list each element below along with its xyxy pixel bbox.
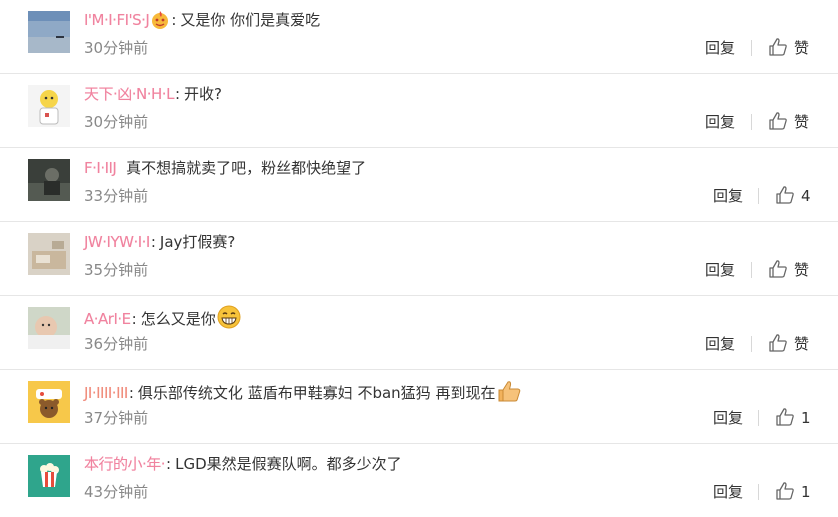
like-button[interactable]: 赞 <box>768 332 809 356</box>
comment-line: 本行的小·年·: LGD果然是假赛队啊。都多少次了 <box>84 453 402 475</box>
colon: : <box>150 233 156 251</box>
avatar-image-seascape <box>28 11 70 53</box>
username-link[interactable]: A·ArI·E <box>84 308 131 330</box>
username-link[interactable]: F·I·IIJ <box>84 157 117 179</box>
divider <box>758 410 759 426</box>
comment-line: A·ArI·E: 怎么又是你 <box>84 305 241 330</box>
avatar[interactable] <box>28 307 70 349</box>
reply-button[interactable]: 回复 <box>713 482 743 502</box>
avatar[interactable] <box>28 455 70 497</box>
comment-text: 俱乐部传统文化 蓝盾布甲鞋寡妇 不ban猛犸 再到现在 <box>137 384 496 402</box>
avatar[interactable] <box>28 85 70 127</box>
comment-text: 开收? <box>184 85 222 103</box>
like-label: 赞 <box>794 261 810 279</box>
like-button[interactable]: 赞 <box>768 36 809 60</box>
comment-time: 37分钟前 <box>84 409 149 427</box>
fire-emoji-icon <box>150 10 170 36</box>
like-label: 赞 <box>794 335 810 353</box>
colon: : <box>131 310 137 328</box>
comment-time: 30分钟前 <box>84 113 149 131</box>
comment-text: LGD果然是假赛队啊。都多少次了 <box>175 455 402 473</box>
comment-line: 天下·凶·N·H·L: 开收? <box>84 83 222 105</box>
username-link[interactable]: 天下·凶·N·H·L <box>84 83 174 105</box>
divider <box>751 114 752 130</box>
like-button[interactable]: 1 <box>775 406 811 430</box>
comment-item: 本行的小·年·: LGD果然是假赛队啊。都多少次了 43分钟前 回复 1 <box>0 444 838 517</box>
thumbs-up-icon <box>769 260 787 278</box>
reply-button[interactable]: 回复 <box>705 112 735 132</box>
comment-time: 30分钟前 <box>84 39 149 57</box>
comment-time: 35分钟前 <box>84 261 149 279</box>
comment-time: 36分钟前 <box>84 335 149 353</box>
thumbs-up-icon <box>776 482 794 500</box>
divider <box>758 484 759 500</box>
comment-time: 33分钟前 <box>84 187 149 205</box>
like-count: 1 <box>801 483 811 501</box>
avatar[interactable] <box>28 233 70 275</box>
divider <box>758 188 759 204</box>
avatar-image-bear-sticker <box>28 381 70 423</box>
avatar[interactable] <box>28 381 70 423</box>
comment-line: I'M·I·FI'S·J: 又是你 你们是真爱吃 <box>84 9 320 31</box>
thumbs-up-emoji-icon <box>496 379 522 409</box>
like-label: 赞 <box>794 39 810 57</box>
avatar-image-popcorn <box>28 455 70 497</box>
comment-text: 真不想搞就卖了吧，粉丝都快绝望了 <box>126 159 367 177</box>
comment-item: A·ArI·E: 怎么又是你 36分钟前 回复 赞 <box>0 296 838 370</box>
colon: : <box>171 11 177 29</box>
like-button[interactable]: 1 <box>775 480 811 504</box>
comment-text: 又是你 你们是真爱吃 <box>180 11 321 29</box>
thumbs-up-icon <box>769 38 787 56</box>
colon: : <box>166 455 172 473</box>
username-link[interactable]: 本行的小·年· <box>84 453 166 475</box>
divider <box>751 40 752 56</box>
like-count: 1 <box>801 409 811 427</box>
like-button[interactable]: 4 <box>775 184 811 208</box>
colon <box>117 159 122 177</box>
comment-item: F·I·IIJ 真不想搞就卖了吧，粉丝都快绝望了 33分钟前 回复 4 <box>0 148 838 222</box>
colon: : <box>128 384 134 402</box>
comment-line: F·I·IIJ 真不想搞就卖了吧，粉丝都快绝望了 <box>84 157 366 179</box>
divider <box>751 336 752 352</box>
thumbs-up-icon <box>769 112 787 130</box>
like-button[interactable]: 赞 <box>768 110 809 134</box>
comment-text: Jay打假赛? <box>159 233 236 251</box>
thumbs-up-icon <box>769 334 787 352</box>
comment-time: 43分钟前 <box>84 483 149 501</box>
reply-button[interactable]: 回复 <box>705 334 735 354</box>
like-button[interactable]: 赞 <box>768 258 809 282</box>
grin-emoji-icon <box>217 305 241 335</box>
avatar-image-paper-photo <box>28 233 70 275</box>
comment-text: 怎么又是你 <box>140 310 216 328</box>
reply-button[interactable]: 回复 <box>713 408 743 428</box>
comment-list: I'M·I·FI'S·J: 又是你 你们是真爱吃 30分钟前 回复 赞 天下·凶·… <box>0 0 838 517</box>
divider <box>751 262 752 278</box>
avatar-image-baby-photo <box>28 307 70 349</box>
avatar[interactable] <box>28 159 70 201</box>
username-link[interactable]: JI·IIII·III <box>84 382 128 404</box>
username-link[interactable]: I'M·I·FI'S·J <box>84 9 150 31</box>
comment-item: JW·IYW·I·I: Jay打假赛? 35分钟前 回复 赞 <box>0 222 838 296</box>
comment-item: 天下·凶·N·H·L: 开收? 30分钟前 回复 赞 <box>0 74 838 148</box>
thumbs-up-icon <box>776 186 794 204</box>
thumbs-up-icon <box>776 408 794 426</box>
comment-item: JI·IIII·III: 俱乐部传统文化 蓝盾布甲鞋寡妇 不ban猛犸 再到现在 … <box>0 370 838 444</box>
reply-button[interactable]: 回复 <box>713 186 743 206</box>
reply-button[interactable]: 回复 <box>705 260 735 280</box>
username-link[interactable]: JW·IYW·I·I <box>84 231 150 253</box>
avatar-image-dark-photo <box>28 159 70 201</box>
comment-line: JI·IIII·III: 俱乐部传统文化 蓝盾布甲鞋寡妇 不ban猛犸 再到现在 <box>84 379 522 404</box>
like-count: 4 <box>801 187 811 205</box>
avatar[interactable] <box>28 11 70 53</box>
comment-line: JW·IYW·I·I: Jay打假赛? <box>84 231 235 253</box>
colon: : <box>174 85 180 103</box>
comment-item: I'M·I·FI'S·J: 又是你 你们是真爱吃 30分钟前 回复 赞 <box>0 0 838 74</box>
like-label: 赞 <box>794 113 810 131</box>
avatar-image-cartoon-figure <box>28 85 70 127</box>
reply-button[interactable]: 回复 <box>705 38 735 58</box>
